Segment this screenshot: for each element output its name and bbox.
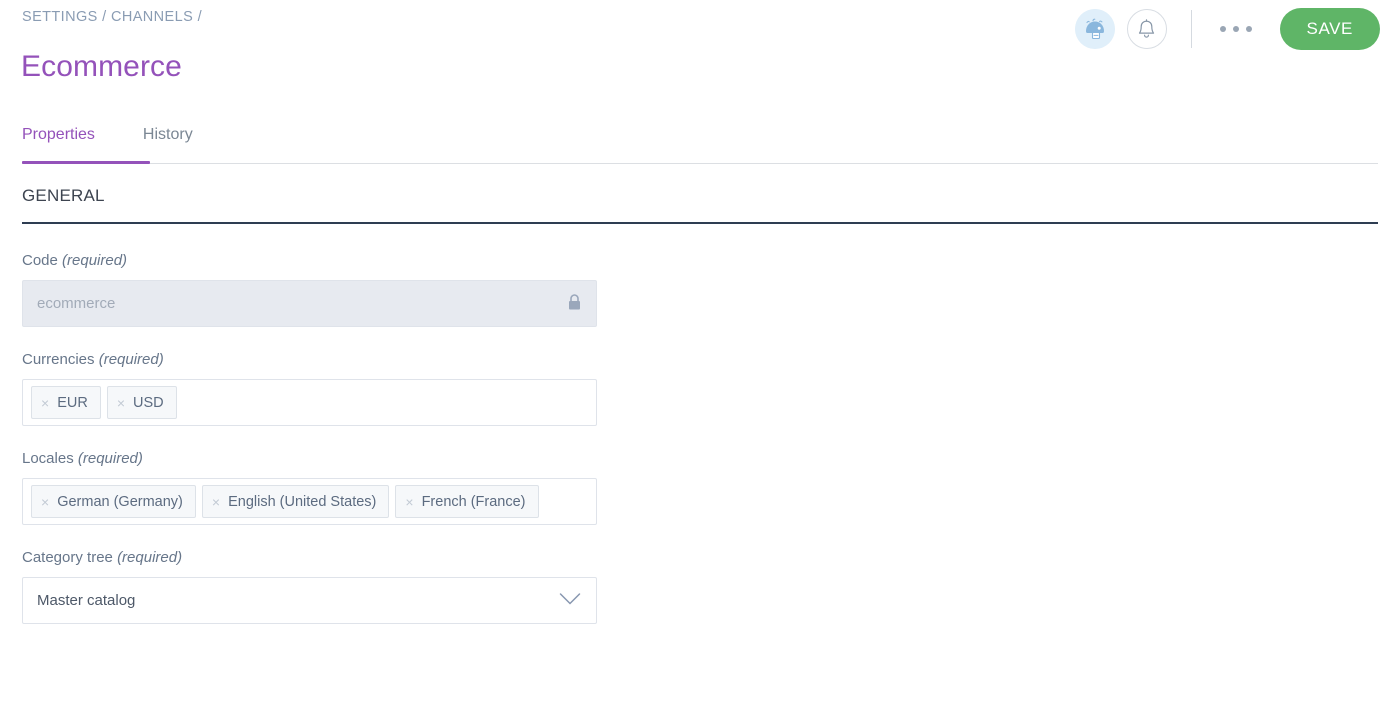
tab-bar: Properties History <box>22 110 1378 164</box>
active-tab-indicator <box>22 161 150 164</box>
field-locales: Locales (required) × German (Germany) × … <box>22 450 1378 525</box>
field-label-category-tree: Category tree (required) <box>22 549 1378 566</box>
remove-tag-icon[interactable]: × <box>41 396 49 410</box>
tag-label: German (Germany) <box>57 493 183 510</box>
label-text-code: Code <box>22 252 58 269</box>
code-input-value: ecommerce <box>37 295 116 312</box>
more-options-button[interactable] <box>1214 18 1258 40</box>
label-text-currencies: Currencies <box>22 351 95 368</box>
field-category-tree: Category tree (required) Master catalog <box>22 549 1378 624</box>
field-code: Code (required) ecommerce <box>22 252 1378 327</box>
tag-locale[interactable]: × English (United States) <box>201 485 390 518</box>
label-text-category-tree: Category tree <box>22 549 113 566</box>
required-marker-category-tree: (required) <box>117 549 183 566</box>
tag-currency[interactable]: × USD <box>106 386 177 419</box>
field-control-code: ecommerce <box>22 280 597 327</box>
category-tree-select[interactable]: Master catalog <box>22 577 597 624</box>
required-marker-code: (required) <box>62 252 128 269</box>
required-marker-currencies: (required) <box>98 351 164 368</box>
remove-tag-icon[interactable]: × <box>41 495 49 509</box>
lock-icon <box>567 293 582 315</box>
properties-panel: GENERAL Code (required) ecommerce Curren… <box>0 164 1400 624</box>
tag-label: English (United States) <box>228 493 377 510</box>
save-button[interactable]: SAVE <box>1279 8 1380 50</box>
dot-1 <box>1219 26 1226 32</box>
tag-label: French (France) <box>421 493 526 510</box>
code-input: ecommerce <box>22 280 597 327</box>
bell-icon <box>1138 18 1155 38</box>
field-label-currencies: Currencies (required) <box>22 351 1378 368</box>
remove-tag-icon[interactable]: × <box>405 495 413 509</box>
dot-2 <box>1232 26 1239 32</box>
tab-properties[interactable]: Properties <box>22 110 95 144</box>
section-divider <box>22 222 1378 224</box>
tag-label: EUR <box>57 394 88 411</box>
currencies-multiselect[interactable]: × EUR × USD <box>22 379 597 426</box>
avatar[interactable] <box>1074 9 1115 49</box>
header-divider <box>1190 10 1192 48</box>
tag-locale[interactable]: × French (France) <box>395 485 539 518</box>
section-title-general: GENERAL <box>22 186 105 205</box>
tag-currency[interactable]: × EUR <box>31 386 101 419</box>
remove-tag-icon[interactable]: × <box>117 396 125 410</box>
tag-locale[interactable]: × German (Germany) <box>31 485 196 518</box>
chevron-down-icon[interactable] <box>559 592 581 609</box>
field-control-currencies: × EUR × USD <box>22 379 597 426</box>
tab-bar-rule <box>22 163 1378 164</box>
notifications-button[interactable] <box>1126 9 1167 49</box>
field-label-code: Code (required) <box>22 252 1378 269</box>
tab-history[interactable]: History <box>143 110 193 144</box>
tag-label: USD <box>133 394 164 411</box>
tab-list: Properties History <box>22 110 1378 164</box>
label-text-locales: Locales <box>22 450 74 467</box>
required-marker-locales: (required) <box>77 450 143 467</box>
field-currencies: Currencies (required) × EUR × USD <box>22 351 1378 426</box>
dot-3 <box>1245 26 1252 32</box>
category-tree-value: Master catalog <box>37 592 136 609</box>
field-control-locales: × German (Germany) × English (United Sta… <box>22 478 597 525</box>
locales-multiselect[interactable]: × German (Germany) × English (United Sta… <box>22 478 597 525</box>
remove-tag-icon[interactable]: × <box>212 495 220 509</box>
field-control-category-tree: Master catalog <box>22 577 597 624</box>
header-actions: SAVE <box>1074 8 1380 50</box>
breadcrumb[interactable]: SETTINGS / CHANNELS / <box>22 9 202 25</box>
page-header: SETTINGS / CHANNELS / Ecommerce SAVE <box>0 0 1400 110</box>
page-title: Ecommerce <box>21 50 182 83</box>
field-label-locales: Locales (required) <box>22 450 1378 467</box>
user-avatar-icon <box>1074 9 1115 49</box>
